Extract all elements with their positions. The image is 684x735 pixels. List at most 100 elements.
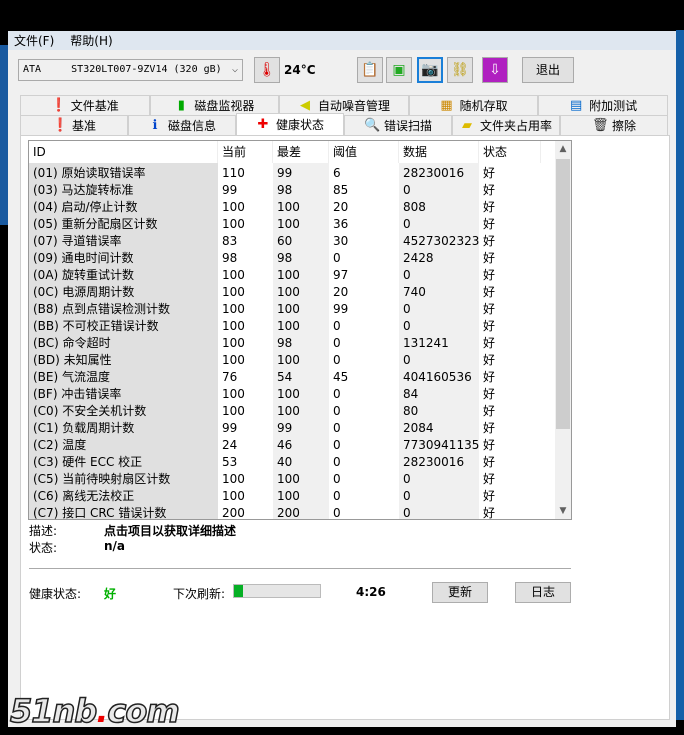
state-label: 状态: xyxy=(29,541,58,555)
temperature-readout: 24°C xyxy=(284,63,316,77)
table-row[interactable]: (BD) 未知属性 100 100 0 0 好 xyxy=(29,352,555,369)
table-row[interactable]: (C5) 当前待映射扇区计数 100 100 0 0 好 xyxy=(29,471,555,488)
download-button[interactable]: ⇩ xyxy=(482,57,508,83)
tab-label: 文件基准 xyxy=(70,99,119,113)
table-cell: 好 xyxy=(483,353,496,367)
table-cell: 76 xyxy=(222,370,238,384)
table-row[interactable]: (BC) 命令超时 100 98 0 131241 好 xyxy=(29,335,555,352)
column-header[interactable]: ID xyxy=(29,141,218,163)
table-cell: 100 xyxy=(222,336,245,350)
table-cell: 好 xyxy=(483,285,496,299)
column-header[interactable]: 状态 xyxy=(479,141,541,163)
table-cell: 0 xyxy=(333,489,341,503)
table-row[interactable]: (05) 重新分配扇区计数 100 100 36 0 好 xyxy=(29,216,555,233)
column-header[interactable]: 阈值 xyxy=(329,141,399,163)
scrollbar-thumb[interactable] xyxy=(556,159,570,429)
table-cell: 98 xyxy=(277,183,293,197)
tab-speaker[interactable]: ◀ 自动噪音管理 xyxy=(279,95,409,115)
table-row[interactable]: (01) 原始读取错误率 110 99 6 28230016 好 xyxy=(29,165,555,182)
table-cell: 200 xyxy=(277,506,300,520)
table-row[interactable]: (09) 通电时间计数 98 98 0 2428 好 xyxy=(29,250,555,267)
scrollbar[interactable]: ▲ ▼ xyxy=(555,141,571,519)
table-cell: 0 xyxy=(403,319,411,333)
tab-label: 自动噪音管理 xyxy=(317,99,390,113)
table-cell: 100 xyxy=(277,404,300,418)
refresh-progress xyxy=(233,584,321,598)
table-cell: 好 xyxy=(483,319,496,333)
table-cell: 0 xyxy=(333,336,341,350)
table-row[interactable]: (C6) 离线无法校正 100 100 0 0 好 xyxy=(29,488,555,505)
tab-info[interactable]: ℹ 磁盘信息 xyxy=(128,115,236,135)
table-row[interactable]: (BB) 不可校正错误计数 100 100 0 0 好 xyxy=(29,318,555,335)
table-cell: 0 xyxy=(333,251,341,265)
menu-file[interactable]: 文件(F) xyxy=(14,32,54,49)
table-row[interactable]: (C0) 不安全关机计数 100 100 0 80 好 xyxy=(29,403,555,420)
drive-select-value: ATA ST320LT007-9ZV14 (320 gB) xyxy=(23,64,222,75)
tab-bar: ❗ 文件基准 ▮ 磁盘监视器 ◀ 自动噪音管理 ▦ 随机存取 ▤ 附加测试 ❗ 基准 ℹ 磁盘信息 ✚ 健康… xyxy=(20,95,668,135)
disk-monitor-icon: ▮ xyxy=(177,98,185,113)
smart-table[interactable]: ID 当前 最差 阈值 数据 状态 (01) 原始读取错误率 110 99 6 28230016 好… xyxy=(28,140,572,520)
countdown: 4:26 xyxy=(356,585,386,599)
tab-health-cross[interactable]: ✚ 健康状态 xyxy=(236,113,344,135)
table-row[interactable]: (C3) 硬件 ECC 校正 53 40 0 28230016 好 xyxy=(29,454,555,471)
table-cell: 99 xyxy=(277,166,293,180)
table-row[interactable]: (07) 寻道错误率 83 60 30 4527302323 好 xyxy=(29,233,555,250)
copy-text-button[interactable]: 📋 xyxy=(357,57,383,83)
options-button[interactable]: ⛓ xyxy=(447,57,473,83)
table-cell: 98 xyxy=(277,336,293,350)
table-cell: (0A) 旋转重试计数 xyxy=(33,268,135,282)
table-cell: (07) 寻道错误率 xyxy=(33,234,122,248)
column-header[interactable]: 最差 xyxy=(273,141,329,163)
tab-disk-monitor[interactable]: ▮ 磁盘监视器 xyxy=(149,95,280,115)
table-row[interactable]: (03) 马达旋转标准 99 98 85 0 好 xyxy=(29,182,555,199)
table-cell: 0 xyxy=(333,506,341,520)
table-cell: 2428 xyxy=(403,251,434,265)
table-cell: 100 xyxy=(222,200,245,214)
table-cell: 46 xyxy=(277,438,293,452)
exit-button[interactable]: 退出 xyxy=(522,57,574,83)
screenshot-button[interactable]: 📷 xyxy=(417,57,443,83)
watermark-logo: 51nb.com xyxy=(9,691,180,731)
tab-benchmark[interactable]: ❗ 基准 xyxy=(20,115,128,135)
benchmark-icon: ❗ xyxy=(51,118,69,133)
column-header[interactable]: 数据 xyxy=(399,141,479,163)
table-cell: 100 xyxy=(277,472,300,486)
table-cell: 97 xyxy=(333,268,349,282)
table-row[interactable]: (C7) 接口 CRC 错误计数 200 200 0 0 好 xyxy=(29,505,555,520)
tab-random-access[interactable]: ▦ 随机存取 xyxy=(408,95,539,115)
health-label: 健康状态: xyxy=(29,587,82,601)
table-cell: (05) 重新分配扇区计数 xyxy=(33,217,158,231)
log-button[interactable]: 日志 xyxy=(515,582,571,603)
tab-magnifier[interactable]: 🔍 错误扫描 xyxy=(344,115,452,135)
table-cell: 0 xyxy=(333,353,341,367)
table-row[interactable]: (C2) 温度 24 46 0 77309411352 好 xyxy=(29,437,555,454)
table-cell: 85 xyxy=(333,183,349,197)
table-row[interactable]: (0A) 旋转重试计数 100 100 97 0 好 xyxy=(29,267,555,284)
scroll-up-icon[interactable]: ▲ xyxy=(555,141,571,157)
table-cell: 60 xyxy=(277,234,293,248)
table-header: ID 当前 最差 阈值 数据 状态 xyxy=(29,141,555,163)
table-row[interactable]: (0C) 电源周期计数 100 100 20 740 好 xyxy=(29,284,555,301)
table-cell: 99 xyxy=(333,302,349,316)
column-header[interactable]: 当前 xyxy=(218,141,273,163)
table-row[interactable]: (04) 启动/停止计数 100 100 20 808 好 xyxy=(29,199,555,216)
copy-image-button[interactable]: ▣ xyxy=(386,57,412,83)
table-cell: 好 xyxy=(483,302,496,316)
tab-trash[interactable]: 🗑 擦除 xyxy=(560,115,668,135)
tab-extra-tests[interactable]: ▤ 附加测试 xyxy=(538,95,668,115)
table-cell: 100 xyxy=(277,217,300,231)
table-row[interactable]: (B8) 点到点错误检测计数 100 100 99 0 好 xyxy=(29,301,555,318)
table-row[interactable]: (BE) 气流温度 76 54 45 404160536 好 xyxy=(29,369,555,386)
tab-label: 附加测试 xyxy=(589,99,638,113)
table-cell: (0C) 电源周期计数 xyxy=(33,285,135,299)
drive-select[interactable]: ATA ST320LT007-9ZV14 (320 gB) ⌵ xyxy=(18,59,243,81)
tab-folder[interactable]: ▰ 文件夹占用率 xyxy=(452,115,560,135)
update-button[interactable]: 更新 xyxy=(432,582,488,603)
scroll-down-icon[interactable]: ▼ xyxy=(555,503,571,519)
table-cell: 0 xyxy=(333,319,341,333)
folder-icon: ▰ xyxy=(461,118,472,133)
table-row[interactable]: (BF) 冲击错误率 100 100 0 84 好 xyxy=(29,386,555,403)
table-row[interactable]: (C1) 负载周期计数 99 99 0 2084 好 xyxy=(29,420,555,437)
tab-file-benchmark[interactable]: ❗ 文件基准 xyxy=(20,95,150,115)
menu-help[interactable]: 帮助(H) xyxy=(70,32,112,49)
